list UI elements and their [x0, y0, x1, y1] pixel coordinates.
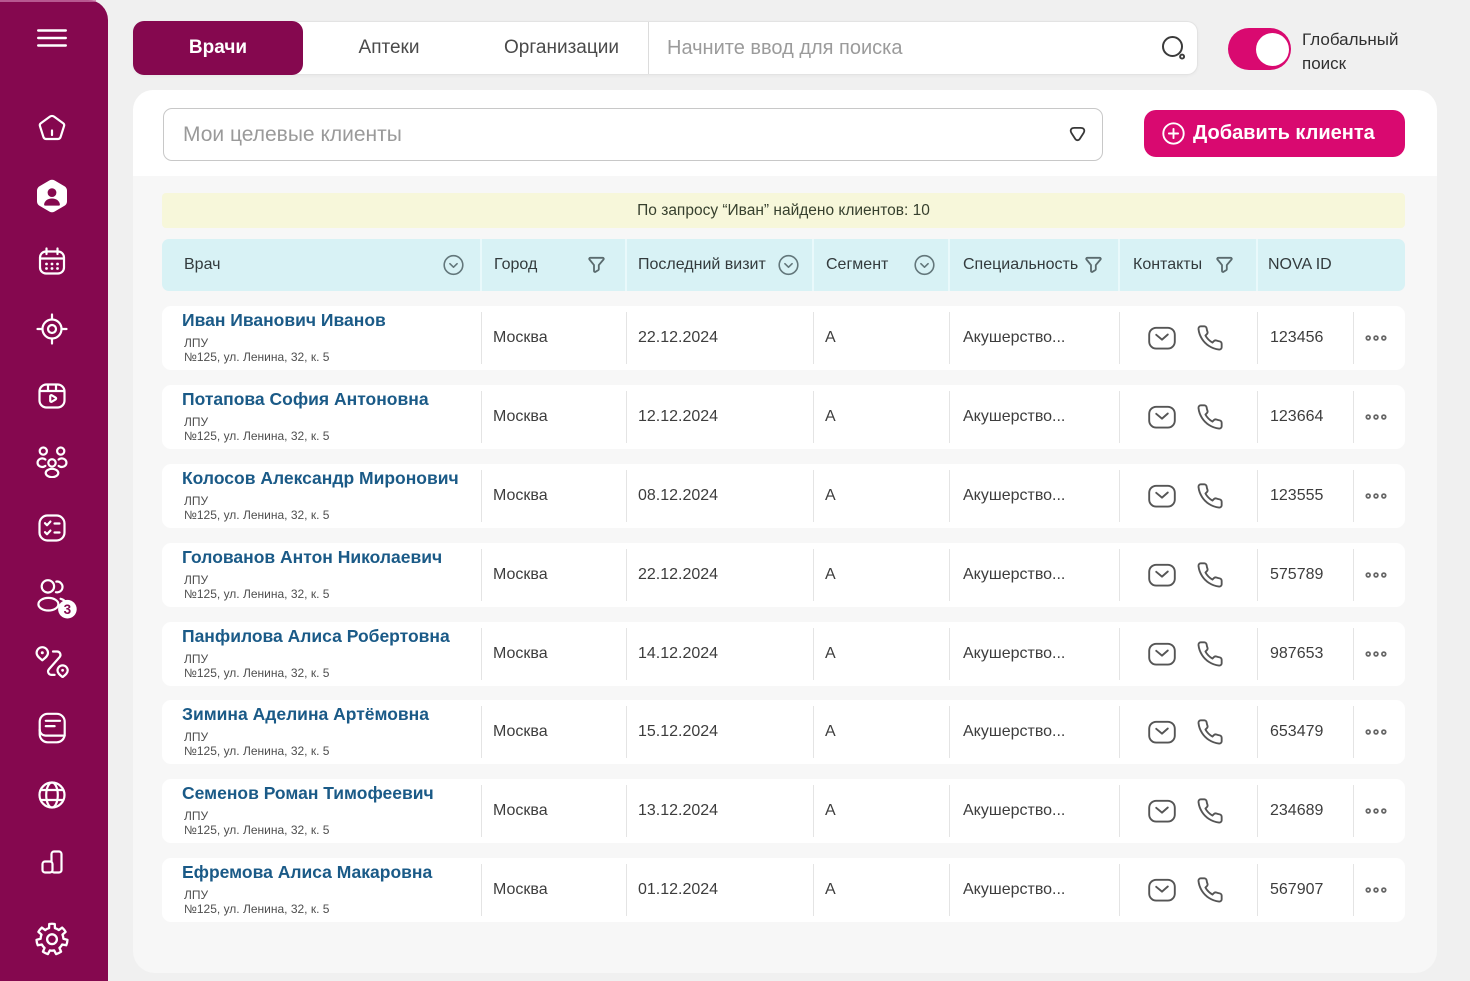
svg-text:3: 3 — [64, 602, 72, 617]
